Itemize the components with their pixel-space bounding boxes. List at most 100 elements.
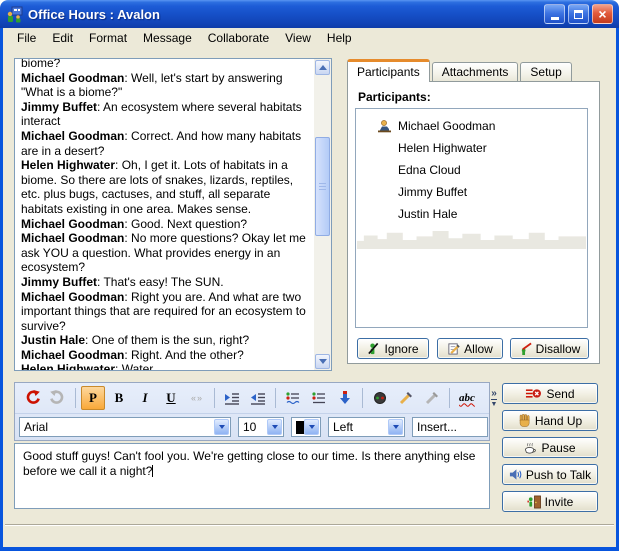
chevron-down-icon[interactable] <box>388 419 403 435</box>
allow-button[interactable]: Allow <box>437 338 503 359</box>
indent-decrease-icon <box>250 390 266 406</box>
menu-item[interactable]: Edit <box>44 29 81 48</box>
ignore-icon <box>367 342 380 355</box>
tab[interactable]: Attachments <box>432 62 519 81</box>
participants-tab-page: Participants: Michael Goodman <box>347 81 600 364</box>
disallow-button[interactable]: Disallow <box>510 338 589 359</box>
scroll-down-button[interactable] <box>315 354 330 369</box>
invite-button[interactable]: Invite <box>502 491 598 512</box>
undo-button[interactable] <box>20 386 44 410</box>
menu-item[interactable]: Message <box>135 29 200 48</box>
tab[interactable]: Setup <box>520 62 571 81</box>
paragraph-button[interactable]: P <box>81 386 105 410</box>
list-plain-icon <box>311 390 327 406</box>
speaker-name: Helen Highwater <box>21 362 115 370</box>
chevron-down-icon[interactable] <box>267 419 282 435</box>
send-icon <box>525 387 542 400</box>
redo-icon <box>50 390 66 406</box>
speaking-icon <box>376 207 394 221</box>
underline-button[interactable]: U <box>159 386 183 410</box>
move-down-button[interactable] <box>333 386 357 410</box>
chat-message: Jimmy Buffet: An ecosystem where several… <box>21 100 310 129</box>
participant-name: Jimmy Buffet <box>398 185 467 199</box>
pause-button[interactable]: Pause <box>502 437 598 458</box>
toolbar-separator <box>449 388 450 408</box>
participants-listbox[interactable]: Michael Goodman Helen Highwater <box>355 108 588 328</box>
symbols-button[interactable]: «» <box>185 386 209 410</box>
indent-decrease-button[interactable] <box>246 386 270 410</box>
invite-label: Invite <box>545 495 574 509</box>
arrow-up-icon <box>319 65 327 70</box>
menu-item[interactable]: Help <box>319 29 360 48</box>
maximize-icon <box>574 10 583 19</box>
font-color-select[interactable] <box>291 417 321 437</box>
chat-message: Michael Goodman: Correct. And how many h… <box>21 129 310 158</box>
chevron-down-icon[interactable] <box>214 419 229 435</box>
bold-button[interactable]: B <box>107 386 131 410</box>
speaker-name: Jimmy Buffet <box>21 275 97 289</box>
disallow-icon <box>519 342 532 355</box>
status-dial-button[interactable] <box>368 386 392 410</box>
text-caret <box>152 465 153 477</box>
minimize-button[interactable] <box>544 4 565 24</box>
eyedropper-button[interactable] <box>394 386 418 410</box>
chat-message: biome? <box>21 59 310 71</box>
ignore-label: Ignore <box>384 342 418 356</box>
tab[interactable]: Participants <box>347 59 430 82</box>
disallow-label: Disallow <box>536 342 581 356</box>
close-button[interactable]: × <box>592 4 613 24</box>
send-button[interactable]: Send <box>502 383 598 404</box>
toolbar-separator <box>275 388 276 408</box>
format-painter-button[interactable] <box>420 386 444 410</box>
italic-button[interactable]: I <box>133 386 157 410</box>
eyedropper-icon <box>398 390 414 406</box>
ignore-button[interactable]: Ignore <box>357 338 429 359</box>
list-plain-button[interactable] <box>307 386 331 410</box>
font-select[interactable]: Arial <box>19 417 231 437</box>
speaker-name: Michael Goodman <box>21 231 124 245</box>
participant-row[interactable]: Justin Hale <box>356 203 587 225</box>
font-size-select[interactable]: 10 <box>238 417 284 437</box>
menu-item[interactable]: Collaborate <box>200 29 277 48</box>
chat-message: Michael Goodman: No more questions? Okay… <box>21 231 310 275</box>
participant-row[interactable]: Edna Cloud <box>356 159 587 181</box>
speaking-icon <box>376 163 394 177</box>
font-select-value: Arial <box>24 420 48 434</box>
speaker-name: Michael Goodman <box>21 129 124 143</box>
chevron-down-icon[interactable] <box>304 419 319 435</box>
chat-message: Michael Goodman: Well, let's start by an… <box>21 71 310 100</box>
hand-up-button[interactable]: Hand Up <box>502 410 598 431</box>
undo-icon <box>24 390 40 406</box>
chat-transcript[interactable]: biome?Michael Goodman: Well, let's start… <box>14 58 332 371</box>
participants-heading: Participants: <box>358 90 431 104</box>
toolbar-separator <box>214 388 215 408</box>
participant-name: Helen Highwater <box>398 141 487 155</box>
scrollbar-thumb[interactable] <box>315 137 330 237</box>
insert-combo[interactable]: Insert... <box>412 417 488 437</box>
list-style-button[interactable] <box>281 386 305 410</box>
participant-row[interactable]: Jimmy Buffet <box>356 181 587 203</box>
speaking-icon <box>376 185 394 199</box>
window-border <box>0 24 3 551</box>
maximize-button[interactable] <box>568 4 589 24</box>
participant-row[interactable]: Helen Highwater <box>356 137 587 159</box>
indent-increase-button[interactable] <box>220 386 244 410</box>
arrow-down-icon <box>319 359 327 364</box>
push-to-talk-button[interactable]: Push to Talk <box>502 464 598 485</box>
message-text: That's easy! The SUN. <box>103 275 223 289</box>
redo-button[interactable] <box>46 386 70 410</box>
menu-item[interactable]: View <box>277 29 319 48</box>
alignment-select[interactable]: Left <box>328 417 405 437</box>
scroll-up-button[interactable] <box>315 60 330 75</box>
spell-check-button[interactable]: abc <box>455 386 479 410</box>
menu-item[interactable]: File <box>9 29 44 48</box>
transcript-scrollbar[interactable] <box>314 59 331 370</box>
message-input[interactable]: Good stuff guys! Can't fool you. We're g… <box>14 443 490 509</box>
speaker-name: Michael Goodman <box>21 348 124 362</box>
insert-label: Insert... <box>417 420 457 434</box>
titlebar[interactable]: Office Hours : Avalon × <box>0 0 619 28</box>
speaking-icon <box>376 119 394 133</box>
menu-item[interactable]: Format <box>81 29 135 48</box>
overflow-icon: » ▼ <box>491 389 498 408</box>
participant-row[interactable]: Michael Goodman <box>356 115 587 137</box>
